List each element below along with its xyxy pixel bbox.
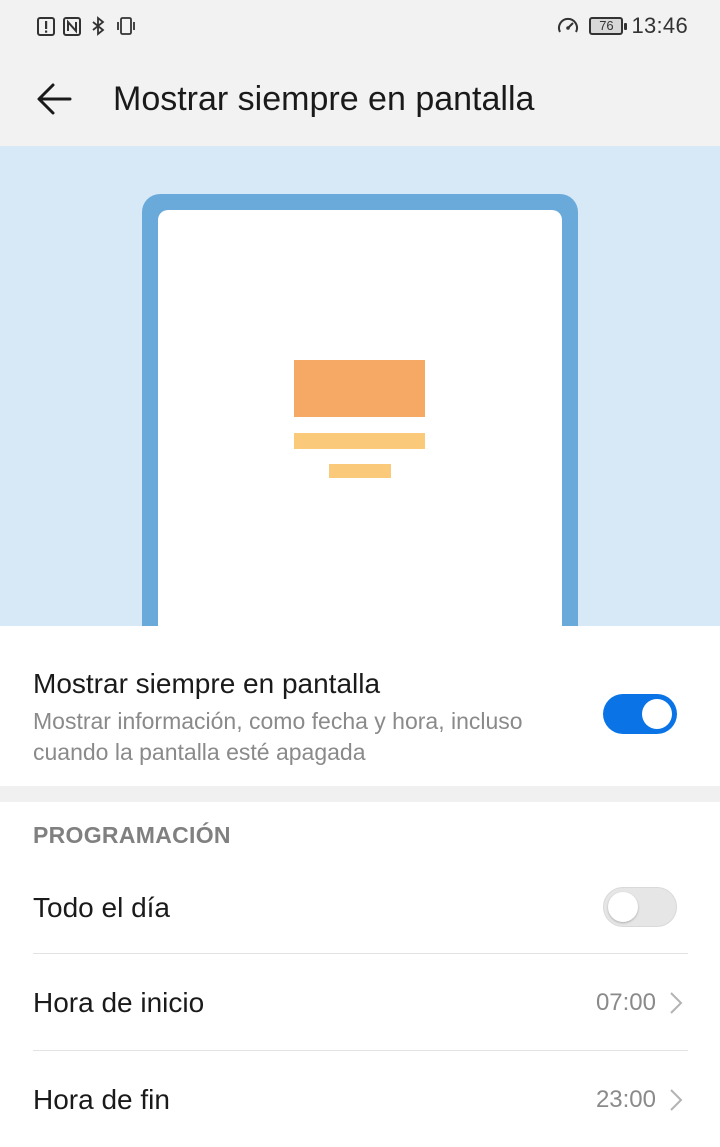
status-icons-left (36, 13, 138, 39)
start-time-label: Hora de inicio (33, 987, 205, 1018)
phone-frame (142, 194, 578, 626)
all-day-toggle[interactable] (603, 887, 677, 927)
aod-info-line (329, 464, 391, 478)
section-separator (0, 786, 720, 802)
app-bar: Mostrar siempre en pantalla (0, 52, 720, 146)
start-time-row[interactable]: Hora de inicio 07:00 (0, 954, 720, 1050)
aod-setting-row[interactable]: Mostrar siempre en pantalla Mostrar info… (0, 626, 720, 786)
aod-time-block (294, 360, 425, 417)
phone-screen (158, 210, 562, 626)
aod-toggle[interactable] (603, 694, 677, 734)
vibrate-icon (117, 17, 135, 35)
aod-date-line (294, 433, 425, 449)
nfc-icon (63, 17, 81, 36)
all-day-row[interactable]: Todo el día (0, 860, 720, 956)
battery-level: 76 (599, 18, 614, 33)
aod-preview-illustration (0, 146, 720, 626)
back-button[interactable] (30, 75, 78, 123)
status-bar: 76 13:46 (0, 0, 720, 52)
bluetooth-icon (92, 16, 105, 36)
alert-icon (37, 17, 55, 36)
schedule-section-header: PROGRAMACIÓN (33, 822, 231, 848)
clock: 13:46 (631, 13, 688, 38)
chevron-right-icon (670, 1089, 683, 1111)
end-time-label: Hora de fin (33, 1084, 170, 1115)
toggle-knob (642, 699, 672, 729)
all-day-label: Todo el día (33, 892, 170, 923)
speed-icon (558, 17, 579, 33)
toggle-knob (608, 892, 638, 922)
start-time-value: 07:00 (595, 989, 656, 1016)
page-title: Mostrar siempre en pantalla (113, 80, 535, 118)
chevron-right-icon (670, 992, 683, 1014)
status-icons-right: 76 13:46 (555, 13, 688, 39)
arrow-left-icon (37, 83, 72, 115)
end-time-value: 23:00 (595, 1086, 656, 1113)
end-time-row[interactable]: Hora de fin 23:00 (0, 1051, 720, 1147)
aod-setting-title: Mostrar siempre en pantalla (33, 668, 381, 699)
battery-indicator: 76 (589, 17, 628, 35)
aod-setting-description: Mostrar información, como fecha y hora, … (33, 708, 523, 765)
